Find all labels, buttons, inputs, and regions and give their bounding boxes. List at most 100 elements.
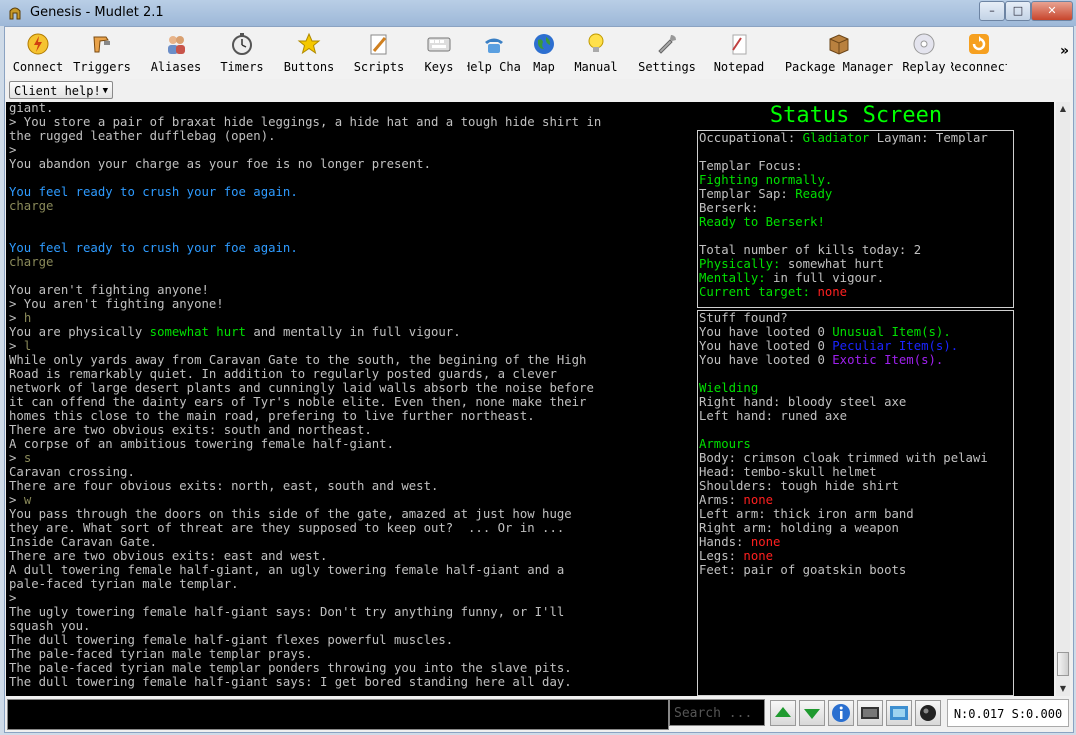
console-line: You pass through the doors on this side … xyxy=(9,507,689,521)
status-line: Head: tembo-skull helmet xyxy=(699,465,1013,479)
status-line: Templar Sap: Ready xyxy=(699,187,1013,201)
toolbar-label: Notepad xyxy=(713,60,765,74)
text-segment: Stuff found? xyxy=(699,311,788,325)
toolbar-replay-button[interactable]: Replay xyxy=(901,29,947,77)
close-button[interactable]: ✕ xyxy=(1031,1,1073,21)
scroll-up-button[interactable] xyxy=(770,700,796,726)
log-icon xyxy=(890,706,908,720)
text-segment: Shoulders: tough hide shirt xyxy=(699,479,899,493)
notepad-icon xyxy=(732,34,747,55)
window-title: Genesis - Mudlet 2.1 xyxy=(30,5,164,20)
text-segment: The pale-faced tyrian male templar ponde… xyxy=(9,661,572,675)
status-line: You have looted 0 Unusual Item(s). xyxy=(699,325,1013,339)
toolbar-help-chat-button[interactable]: Help Chat xyxy=(467,29,521,77)
console-line: > w xyxy=(9,493,689,507)
toolbar-overflow-button[interactable]: » xyxy=(1060,43,1069,59)
toolbar-notepad-button[interactable]: Notepad xyxy=(711,29,767,77)
scroll-down-button[interactable] xyxy=(799,700,825,726)
toolbar-map-button[interactable]: Map xyxy=(527,29,561,77)
map-icon xyxy=(534,34,554,54)
status-line: Ready to Berserk! xyxy=(699,215,1013,229)
toolbar-manual-button[interactable]: Manual xyxy=(571,29,621,77)
toolbar-label: Timers xyxy=(220,60,264,74)
scroll-down-arrow[interactable]: ▼ xyxy=(1056,682,1070,696)
status-line xyxy=(699,229,1013,243)
toolbar-package-manager-button[interactable]: Package Manager xyxy=(785,29,893,77)
search-input[interactable]: Search ... xyxy=(669,699,765,726)
text-segment: Left arm: thick iron arm band xyxy=(699,507,914,521)
toolbar-label: Keys xyxy=(424,60,454,74)
text-segment: l xyxy=(23,339,32,353)
main-console[interactable]: giant. > You store a pair of braxat hide … xyxy=(6,102,1054,696)
text-segment: Inside Caravan Gate. xyxy=(9,535,158,549)
text-segment: Ready xyxy=(795,187,833,201)
info-button[interactable] xyxy=(828,700,854,726)
text-segment: charge xyxy=(9,199,54,213)
client-help-dropdown[interactable]: Client help! ▼ xyxy=(9,81,113,99)
toolbar-settings-button[interactable]: Settings xyxy=(637,29,697,77)
toolbar-scripts-button[interactable]: Scripts xyxy=(351,29,407,77)
console-line: You are physically somewhat hurt and men… xyxy=(9,325,689,339)
text-segment: Legs: xyxy=(699,549,744,563)
text-segment: Hands: xyxy=(699,535,751,549)
console-line: The pale-faced tyrian male templar prays… xyxy=(9,647,689,661)
text-segment: Gladiator xyxy=(802,131,870,145)
log-button[interactable] xyxy=(886,700,912,726)
aliases-icon xyxy=(168,36,185,54)
console-line: You feel ready to crush your foe again. xyxy=(9,241,689,255)
toolbar-triggers-button[interactable]: Triggers xyxy=(73,29,131,77)
toolbar-reconnect-button[interactable]: Reconnect xyxy=(951,29,1007,77)
toolbar-aliases-button[interactable]: Aliases xyxy=(149,29,203,77)
text-segment: Occupational: xyxy=(699,131,803,145)
text-segment: Exotic Item(s). xyxy=(832,353,944,367)
console-line: There are two obvious exits: east and we… xyxy=(9,549,689,563)
title-bar[interactable]: Genesis - Mudlet 2.1 – □ ✕ xyxy=(0,0,1076,26)
text-segment: Berserk: xyxy=(699,201,759,215)
console-line: homes this close to the main road, prefe… xyxy=(9,409,689,423)
text-segment: Current target: xyxy=(699,285,818,299)
text-segment: > xyxy=(9,143,17,157)
status-box-character: Occupational: Gladiator Layman: Templar T… xyxy=(697,130,1014,308)
text-segment: > xyxy=(9,591,17,605)
chevron-down-icon: ▼ xyxy=(102,86,108,96)
record-button[interactable] xyxy=(915,700,941,726)
console-scrollbar[interactable]: ▲ ▼ xyxy=(1056,102,1070,696)
status-line xyxy=(699,145,1013,159)
toolbar-timers-button[interactable]: Timers xyxy=(217,29,267,77)
console-line: it can offend the dainty ears of Tyr's n… xyxy=(9,395,689,409)
text-segment: network of large desert plants and cunni… xyxy=(9,381,594,395)
toolbar-keys-button[interactable]: Keys xyxy=(419,29,459,77)
scrollbar-thumb[interactable] xyxy=(1057,652,1069,676)
toolbar-connect-button[interactable]: Connect xyxy=(9,29,67,77)
toolbar-label: Package Manager xyxy=(784,60,894,74)
console-line: There are four obvious exits: north, eas… xyxy=(9,479,689,493)
toolbar-buttons-button[interactable]: Buttons xyxy=(281,29,337,77)
info-icon xyxy=(832,704,850,722)
timestamp-button[interactable] xyxy=(857,700,883,726)
console-line: The pale-faced tyrian male templar ponde… xyxy=(9,661,689,675)
console-line: A dull towering female half-giant, an ug… xyxy=(9,563,689,577)
console-line: > xyxy=(9,143,689,157)
console-line: > s xyxy=(9,451,689,465)
scroll-up-arrow[interactable]: ▲ xyxy=(1056,102,1070,116)
text-segment: in full vigour. xyxy=(765,271,885,285)
status-line: Physically: somewhat hurt xyxy=(699,257,1013,271)
status-box-equipment: Stuff found? You have looted 0 Unusual It… xyxy=(697,310,1014,696)
toolbar-label: Aliases xyxy=(150,60,202,74)
console-line: You aren't fighting anyone! xyxy=(9,283,689,297)
network-stats: N:0.017 S:0.000 xyxy=(947,699,1069,727)
maximize-button[interactable]: □ xyxy=(1005,1,1031,21)
minimize-button[interactable]: – xyxy=(979,1,1005,21)
text-segment: they are. What sort of threat are they s… xyxy=(9,521,565,535)
console-line: > xyxy=(9,591,689,605)
command-input[interactable] xyxy=(7,699,669,730)
package-manager-icon xyxy=(829,34,849,55)
toolbar-label: Scripts xyxy=(353,60,405,74)
status-line: Hands: none xyxy=(699,535,1013,549)
status-line: You have looted 0 Exotic Item(s). xyxy=(699,353,1013,367)
text-segment: The dull towering female half-giant says… xyxy=(9,675,572,689)
text-segment: Templar Sap: xyxy=(699,187,796,201)
console-line: > You aren't fighting anyone! xyxy=(9,297,689,311)
